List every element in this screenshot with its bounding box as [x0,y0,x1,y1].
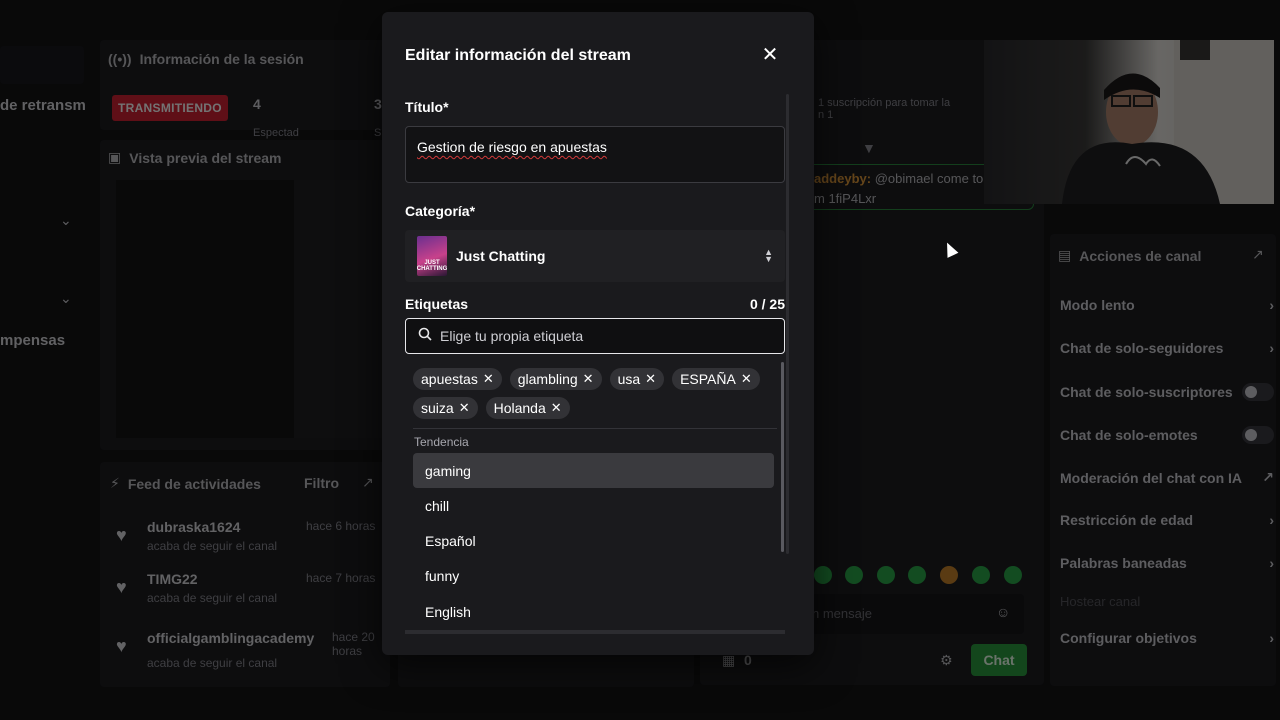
stat-count: 3 [374,96,382,112]
emote-icon[interactable] [877,566,895,584]
popout-icon[interactable]: ↗ [1252,246,1264,263]
modal-title: Editar información del stream [405,47,631,64]
session-panel-title: ((•)) Información de la sesión [108,51,304,67]
title-input[interactable]: Gestion de riesgo en apuestas [405,126,785,183]
feed-panel-title: ⚡ Feed de actividades [110,475,261,492]
select-arrows-icon: ▲ ▼ [764,247,773,264]
action-host-channel: Hostear canal [1060,594,1141,609]
chat-input[interactable]: n mensaje ☺ [812,594,1024,634]
live-badge: TRANSMITIENDO [112,95,228,121]
search-icon [418,327,432,346]
chevron-down-icon[interactable]: ⌄ [60,212,72,229]
category-select[interactable]: JUST CHATTING Just Chatting ▲ ▼ [405,230,785,282]
preview-icon: ▣ [108,149,122,165]
settings-gear-icon[interactable]: ⚙ [940,652,953,669]
stat-label: S [374,127,382,139]
category-field-label: Categoría* [405,203,476,219]
tag-chip: Holanda ✕ [485,397,570,419]
sub-notice: 1 suscripción para tomar la n 1 [818,97,951,121]
chat-username[interactable]: addeyby: [814,171,871,186]
remove-tag-icon[interactable]: ✕ [551,400,562,416]
dropdown-scrollbar-thumb[interactable] [781,362,784,552]
chat-message-cont: m 1fiP4Lxr [814,191,877,206]
stream-preview-video[interactable] [116,180,390,438]
chevron-right-icon: › [1269,555,1274,571]
emote-icon[interactable] [940,566,958,584]
selected-tags: apuestas ✕ glambling ✕ usa ✕ ESPAÑA ✕ suiza ✕… [413,368,773,419]
remove-tag-icon[interactable]: ✕ [741,371,752,387]
action-goals[interactable]: Configurar objetivos › [1060,630,1274,646]
chat-send-button[interactable]: Chat [971,644,1027,676]
chevron-right-icon: › [1269,512,1274,528]
preview-panel-title: ▣ Vista previa del stream [108,149,282,166]
tag-option[interactable]: funny [413,558,774,593]
tag-option[interactable]: English [413,594,774,629]
emote-icon[interactable] [908,566,926,584]
tag-option[interactable]: Español [413,523,774,558]
emoji-icon[interactable]: ☺ [996,604,1010,620]
trending-label: Tendencia [414,435,469,449]
heart-icon: ♥ [116,577,127,597]
remove-tag-icon[interactable]: ✕ [483,371,494,387]
action-banned-words[interactable]: Palabras baneadas › [1060,555,1274,571]
tags-field-label: Etiquetas [405,296,469,312]
tag-chip: usa ✕ [609,368,665,390]
heart-icon: ♥ [116,525,127,545]
feed-filter-button[interactable]: Filtro [304,475,339,491]
viewers-count: 4 [253,96,261,112]
action-subscribers-only: Chat de solo-suscriptores [1060,383,1274,401]
channel-actions-title: ▤ Acciones de canal [1058,247,1202,264]
title-field-label: Título* [405,99,449,115]
tag-chip: apuestas ✕ [413,368,502,390]
webcam-overlay [984,40,1274,204]
subscribers-only-toggle[interactable] [1242,383,1274,401]
emote-icon[interactable] [972,566,990,584]
actions-icon: ▤ [1058,247,1072,263]
action-slow-mode[interactable]: Modo lento › [1060,297,1274,313]
tag-chip: ESPAÑA ✕ [672,368,760,390]
emote-icon[interactable] [1004,566,1022,584]
category-value: Just Chatting [456,248,546,264]
dropdown-bottom-edge [405,630,785,634]
tag-search-field[interactable] [405,318,785,354]
tags-counter: 0 / 25 [749,296,785,312]
filter-icon[interactable]: ▼ [862,140,876,156]
tag-chip: suiza ✕ [413,397,478,419]
emote-icon[interactable] [845,566,863,584]
tag-chip: glambling ✕ [509,368,602,390]
retransmission-label: de retransm [0,97,86,114]
close-icon[interactable]: ✕ [759,44,781,66]
action-followers-only[interactable]: Chat de solo-seguidores › [1060,340,1274,356]
remove-tag-icon[interactable]: ✕ [583,371,594,387]
remove-tag-icon[interactable]: ✕ [459,400,470,416]
dropdown-divider [413,428,777,429]
left-nav-item[interactable] [0,46,84,84]
emotes-only-toggle[interactable] [1242,426,1274,444]
action-emotes-only: Chat de solo-emotes [1060,426,1274,444]
title-input-value: Gestion de riesgo en apuestas [417,139,607,155]
emote-icon[interactable] [814,566,832,584]
heart-icon: ♥ [116,636,127,656]
edit-stream-modal: Editar información del stream ✕ Título* … [382,12,814,655]
chevron-down-icon[interactable]: ⌄ [60,290,72,307]
tag-search-input[interactable] [440,328,770,344]
chevron-right-icon: › [1269,630,1274,646]
popout-icon[interactable]: ↗ [362,474,374,491]
action-age-restriction[interactable]: Restricción de edad › [1060,512,1274,528]
bolt-icon: ⚡ [110,475,120,491]
chat-message: @obimael come to [874,171,984,186]
tag-option[interactable]: chill [413,488,774,523]
remove-tag-icon[interactable]: ✕ [645,371,656,387]
external-link-icon: ↗ [1262,469,1274,485]
action-ai-moderation[interactable]: Moderación del chat con IA ↗ [1060,469,1274,486]
compensas-label: mpensas [0,332,66,349]
category-thumbnail: JUST CHATTING [417,236,447,276]
viewers-label: Espectad [253,127,299,139]
chevron-right-icon: › [1269,297,1274,313]
modal-scrollbar[interactable] [786,94,789,554]
tag-option[interactable]: gaming [413,453,774,488]
broadcast-icon: ((•)) [108,51,132,67]
chevron-right-icon: › [1269,340,1274,356]
